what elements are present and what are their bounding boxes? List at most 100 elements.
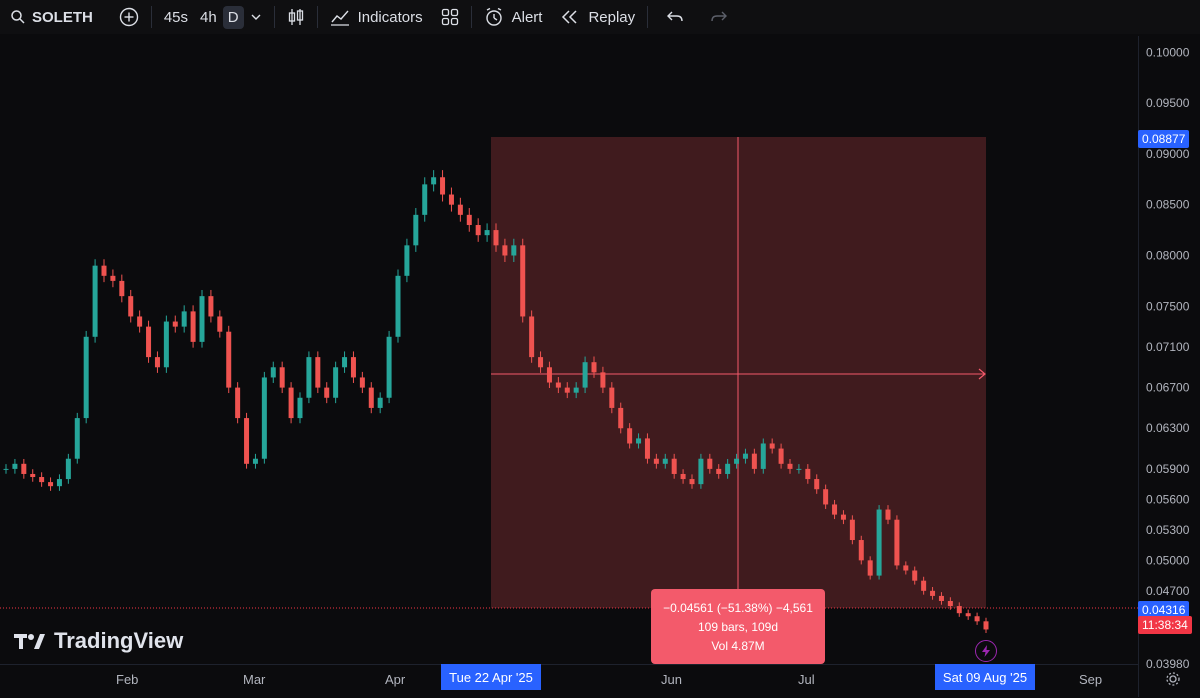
- price-tick-label: 0.09500: [1146, 96, 1190, 110]
- candle-body: [520, 245, 526, 317]
- candle-body: [573, 387, 579, 393]
- redo-button[interactable]: [704, 0, 734, 34]
- add-symbol-button[interactable]: [113, 0, 145, 34]
- indicators-label: Indicators: [357, 8, 423, 26]
- candle-body: [199, 296, 205, 342]
- candle-body: [769, 443, 775, 449]
- tradingview-logo: TradingView: [14, 628, 183, 654]
- candle-body: [244, 418, 250, 464]
- toolbar-divider: [150, 6, 152, 28]
- candle-body: [947, 600, 953, 607]
- price-tick-label: 0.05000: [1146, 553, 1190, 567]
- candle-body: [894, 519, 900, 566]
- candle-body: [636, 438, 642, 444]
- candle-body: [395, 275, 401, 337]
- candles-icon: [288, 9, 303, 25]
- chart-type-button[interactable]: [281, 0, 311, 34]
- candle-body: [235, 387, 241, 419]
- indicators-icon: [330, 10, 349, 26]
- candlestick-chart[interactable]: [0, 36, 1138, 664]
- candle-body: [154, 357, 160, 368]
- candle-body: [56, 479, 62, 487]
- alert-label: Alert: [511, 8, 543, 26]
- candle-body: [662, 458, 668, 464]
- candle-body: [502, 245, 508, 256]
- range-top-price-badge: 0.08877: [1138, 130, 1190, 148]
- candle-body: [315, 357, 321, 388]
- replay-button[interactable]: Replay: [554, 0, 641, 34]
- time-label-jul: Jul: [798, 672, 815, 687]
- gear-icon: [1166, 672, 1180, 686]
- candle-body: [350, 357, 356, 378]
- symbol-search[interactable]: SOLETH: [0, 0, 99, 34]
- interval-4h[interactable]: 4h: [194, 0, 223, 34]
- price-tick-label: 0.05300: [1146, 523, 1190, 537]
- candle-body: [707, 458, 713, 469]
- candle-body: [306, 357, 312, 398]
- candle-body: [12, 463, 18, 469]
- redo-icon: [711, 11, 728, 22]
- candle-body: [119, 280, 125, 297]
- range-start-date-badge: Tue 22 Apr '25: [441, 664, 541, 690]
- interval-label: 4h: [200, 8, 217, 26]
- candle-body: [163, 321, 169, 368]
- candle-body: [965, 613, 971, 617]
- candle-body: [538, 357, 544, 368]
- interval-dropdown[interactable]: [244, 0, 268, 34]
- measure-volume: Vol 4.87M: [711, 638, 765, 653]
- time-label-jun: Jun: [661, 672, 682, 687]
- alert-button[interactable]: Alert: [478, 0, 549, 34]
- interval-d[interactable]: D: [222, 5, 244, 29]
- candle-body: [511, 245, 517, 256]
- interval-label: D: [227, 8, 239, 26]
- range-end-date-badge: Sat 09 Aug '25: [935, 664, 1035, 690]
- candle-body: [956, 606, 962, 614]
- candle-body: [448, 194, 454, 205]
- layouts-button[interactable]: [435, 0, 465, 34]
- settings-button[interactable]: [1166, 672, 1180, 691]
- candle-body: [110, 275, 116, 281]
- candle-body: [600, 372, 606, 388]
- candle-body: [760, 443, 766, 469]
- candle-body: [787, 463, 793, 469]
- tradingview-logo-icon: [14, 634, 45, 649]
- price-tick-label: 0.05900: [1146, 462, 1190, 476]
- candle-body: [386, 336, 392, 398]
- candle-body: [885, 509, 891, 520]
- time-label-feb: Feb: [116, 672, 139, 687]
- candle-body: [876, 509, 882, 576]
- lightning-button[interactable]: [975, 640, 997, 662]
- indicators-button[interactable]: Indicators: [324, 0, 429, 34]
- candle-body: [172, 321, 178, 327]
- candle-body: [74, 418, 80, 459]
- candle-body: [457, 204, 463, 215]
- price-tick-label: 0.09000: [1146, 147, 1190, 161]
- countdown-badge: 11:38:34: [1138, 616, 1192, 634]
- price-tick-label: 0.04700: [1146, 584, 1190, 598]
- toolbar-divider: [470, 6, 472, 28]
- candle-body: [440, 177, 446, 195]
- candle-body: [48, 482, 54, 487]
- candle-body: [867, 560, 873, 576]
- candle-body: [208, 296, 214, 317]
- chart-pane[interactable]: [0, 36, 1200, 697]
- candle-body: [832, 504, 838, 515]
- undo-icon: [667, 11, 683, 22]
- candle-body: [217, 316, 223, 332]
- measure-bars: 109 bars, 109d: [697, 619, 779, 634]
- time-label-apr: Apr: [385, 672, 406, 687]
- interval-45s[interactable]: 45s: [158, 0, 194, 34]
- candle-body: [270, 367, 276, 378]
- candle-body: [546, 367, 552, 383]
- candle-body: [226, 331, 232, 388]
- candle-body: [297, 397, 303, 419]
- candle-body: [181, 311, 187, 327]
- candle-body: [680, 473, 686, 480]
- candle-body: [653, 458, 659, 464]
- measure-tooltip: −0.04561 (−51.38%) −4,561 109 bars, 109d…: [651, 589, 825, 664]
- price-tick-label: 0.03980: [1146, 657, 1190, 671]
- candle-body: [83, 336, 89, 419]
- undo-button[interactable]: [660, 0, 690, 34]
- candle-body: [671, 458, 677, 474]
- symbol-name: SOLETH: [32, 8, 93, 26]
